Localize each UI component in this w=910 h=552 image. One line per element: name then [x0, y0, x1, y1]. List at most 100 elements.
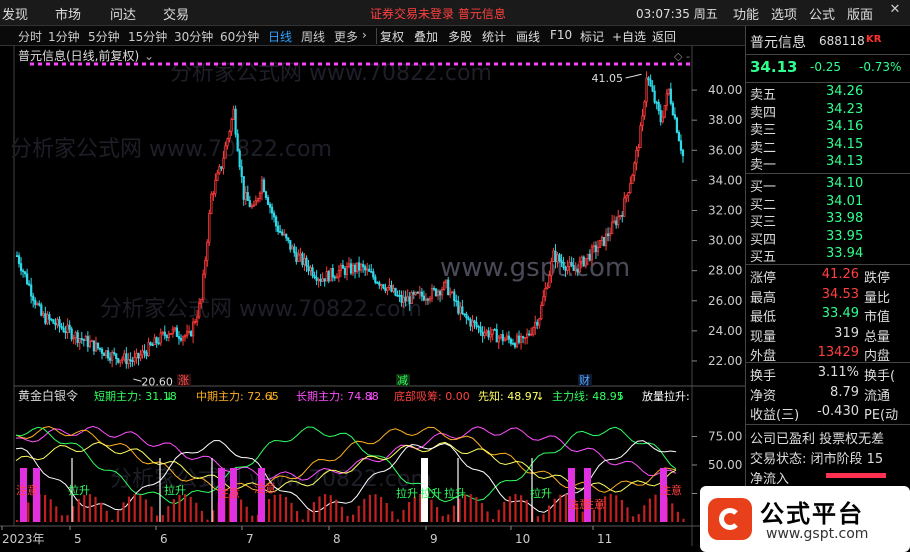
candle-body	[32, 295, 35, 301]
candle-body	[408, 296, 411, 305]
add-watchlist-button[interactable]: +自选	[612, 28, 646, 45]
tab-5min[interactable]: 5分钟	[88, 28, 120, 45]
volume-bar	[318, 496, 321, 522]
menu-discover[interactable]: 发现	[2, 4, 28, 23]
chevron-down-icon[interactable]: ⌄	[144, 49, 154, 63]
minus-icon[interactable]: -	[686, 50, 690, 63]
divider	[746, 424, 910, 425]
bid-row[interactable]: 买五 33.94	[746, 246, 910, 265]
ask-label: 卖五	[750, 88, 777, 103]
tab-60min[interactable]: 60分钟	[220, 28, 259, 45]
candle-body	[74, 332, 77, 339]
menu-layout[interactable]: 版面	[847, 4, 873, 23]
tab-30min[interactable]: 30分钟	[174, 28, 213, 45]
candle-body	[469, 319, 472, 327]
tab-more[interactable]: 更多	[334, 28, 358, 45]
menu-market[interactable]: 市场	[55, 4, 81, 23]
candle-body	[584, 258, 587, 267]
candle-body	[131, 360, 134, 362]
candle-body	[161, 331, 164, 334]
volume-bar	[284, 496, 287, 522]
candle-body	[540, 304, 543, 320]
volume-bar	[156, 515, 159, 522]
candle-body	[42, 313, 45, 316]
candle-body	[404, 296, 407, 302]
gspt-logo: 公式平台 www.gspt.com	[700, 486, 910, 552]
candle-body	[137, 352, 140, 359]
bid-row[interactable]: 买三 33.98	[746, 211, 910, 230]
menu-trade[interactable]: 交易	[163, 4, 189, 23]
candle-body	[147, 342, 150, 357]
attention-bar	[584, 468, 591, 522]
bid-row[interactable]: 买四 33.95	[746, 229, 910, 248]
candle-body	[550, 260, 553, 277]
statistics-button[interactable]: 统计	[482, 28, 506, 45]
draw-line-button[interactable]: 画线	[516, 28, 540, 45]
candle-body	[368, 268, 371, 272]
chevron-right-icon[interactable]: ›	[362, 28, 367, 42]
tab-timeshare[interactable]: 分时	[18, 28, 42, 45]
candle-body	[226, 138, 229, 147]
candle-body	[189, 331, 193, 337]
kline-chart[interactable]: 普元信息(日线,前复权) ⌄ 分析家公式网 www.70822.com 分析家公…	[0, 46, 745, 552]
menu-formula[interactable]: 公式	[809, 4, 835, 23]
multi-stock-button[interactable]: 多股	[448, 28, 472, 45]
volume-bar	[469, 494, 472, 522]
event-tag-zhang[interactable]: 涨	[178, 374, 189, 387]
event-tag-cai[interactable]: 财	[579, 373, 590, 387]
candle-body	[673, 114, 676, 119]
candle-body	[222, 157, 225, 169]
event-tag-jian[interactable]: 减	[397, 374, 408, 387]
bid-label: 买四	[750, 232, 777, 248]
tab-weekly[interactable]: 周线	[301, 28, 325, 45]
ask-row[interactable]: 卖二 34.15	[746, 137, 910, 156]
candle-body	[104, 350, 108, 356]
ask-row[interactable]: 卖四 34.23	[746, 102, 910, 121]
candle-body	[586, 253, 589, 259]
volume-bar	[172, 499, 175, 522]
candle-body	[214, 179, 217, 195]
candle-body	[293, 246, 296, 254]
candle-body	[471, 320, 474, 327]
candle-body	[234, 108, 237, 135]
ask-row[interactable]: 卖三 34.16	[746, 119, 910, 138]
stat-row: 最高 34.53 量比	[746, 287, 910, 306]
ask-row[interactable]: 卖一 34.13	[746, 154, 910, 173]
candle-body	[80, 338, 83, 340]
volume-bar	[161, 514, 164, 522]
candle-body	[422, 295, 425, 301]
candle-body	[289, 240, 292, 250]
candle-body	[313, 275, 316, 278]
menu-options[interactable]: 选项	[771, 4, 797, 23]
candle-body	[72, 337, 75, 340]
login-status[interactable]: 证券交易未登录 普元信息	[370, 5, 506, 22]
candle-body	[602, 236, 606, 246]
tab-15min[interactable]: 15分钟	[128, 28, 167, 45]
diamond-icon[interactable]: ◇	[674, 50, 683, 63]
bid-row[interactable]: 买一 34.10	[746, 176, 910, 195]
close-icon[interactable]: ✕	[884, 2, 906, 22]
candle-body	[183, 335, 187, 338]
overlay-button[interactable]: 叠加	[414, 28, 438, 45]
f10-button[interactable]: F10	[550, 28, 572, 42]
ask-row[interactable]: 卖五 34.26	[746, 84, 910, 103]
indicator-tick-label: 75.00	[708, 430, 742, 444]
menu-wenda[interactable]: 问达	[110, 4, 136, 23]
mark-button[interactable]: 标记	[580, 28, 604, 45]
menu-function[interactable]: 功能	[733, 4, 759, 23]
adjust-button[interactable]: 复权	[380, 28, 404, 45]
volume-bar	[408, 501, 411, 522]
candle-body	[187, 331, 191, 333]
candle-body	[568, 262, 571, 267]
candle-body	[451, 291, 454, 294]
candle-body	[370, 271, 373, 273]
arrow-down-icon: ↓	[535, 390, 544, 403]
indicator-name[interactable]: 黄金白银令	[18, 388, 78, 403]
volume-bar	[452, 505, 455, 522]
tab-1min[interactable]: 1分钟	[48, 28, 80, 45]
bid-row[interactable]: 买二 34.01	[746, 194, 910, 213]
candle-body	[230, 118, 233, 132]
volume-bar	[654, 494, 657, 522]
back-button[interactable]: 返回	[652, 28, 676, 45]
tab-daily[interactable]: 日线	[268, 28, 292, 45]
